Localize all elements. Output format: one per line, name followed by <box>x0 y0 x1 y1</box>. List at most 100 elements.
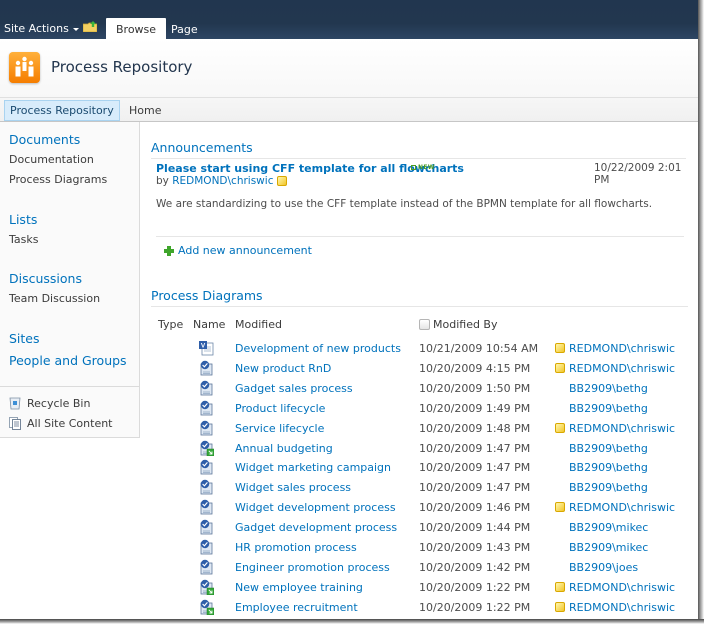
item-name-link[interactable]: Annual budgeting <box>235 442 333 455</box>
item-modified-by-link[interactable]: BB2909\bethg <box>569 382 648 395</box>
visio-process-icon[interactable] <box>198 459 214 475</box>
list-item[interactable]: Gadget development process 10/20/2009 1:4… <box>141 519 698 539</box>
ql-item-team-discussion[interactable]: Team Discussion <box>9 292 100 305</box>
list-item[interactable]: Widget marketing campaign 10/20/2009 1:47… <box>141 459 698 479</box>
navigate-up-folder-icon[interactable] <box>83 21 97 32</box>
process-diagrams-title[interactable]: Process Diagrams <box>151 288 263 303</box>
presence-icon[interactable] <box>555 343 565 353</box>
window-shadow-right <box>698 0 704 624</box>
select-all-checkbox[interactable] <box>419 318 430 330</box>
item-modified-by-link[interactable]: BB2909\bethg <box>569 442 648 455</box>
item-name-link[interactable]: HR promotion process <box>235 541 357 554</box>
item-modified: 10/20/2009 1:42 PM <box>419 560 531 574</box>
item-name-link[interactable]: Employee recruitment <box>235 601 358 614</box>
item-modified-by-link[interactable]: BB2909\bethg <box>569 461 648 474</box>
item-modified-by-link[interactable]: BB2909\joes <box>569 561 638 574</box>
list-item[interactable]: Widget development process 10/20/2009 1:4… <box>141 499 698 519</box>
site-actions-menu[interactable]: Site Actions <box>4 22 79 35</box>
presence-icon[interactable] <box>555 362 565 373</box>
column-header-name[interactable]: Name <box>193 318 225 331</box>
item-modified-by-link[interactable]: BB2909\bethg <box>569 402 648 415</box>
topnav-item-process-repository[interactable]: Process Repository <box>4 100 120 121</box>
announcements-divider <box>151 158 686 159</box>
item-modified-by-link[interactable]: REDMOND\chriswic <box>569 362 675 375</box>
ql-divider <box>0 386 139 387</box>
visio-drawing-icon[interactable]: V <box>198 340 214 356</box>
ql-heading-documents[interactable]: Documents <box>9 132 80 147</box>
item-name-link[interactable]: Gadget development process <box>235 521 397 534</box>
ql-heading-discussions[interactable]: Discussions <box>9 271 82 286</box>
item-modified-by-link[interactable]: REDMOND\chriswic <box>569 501 675 514</box>
item-modified-by-link[interactable]: BB2909\mikec <box>569 521 648 534</box>
presence-icon[interactable] <box>555 422 565 433</box>
item-name-link[interactable]: Widget development process <box>235 501 396 514</box>
list-item[interactable]: V Development of new products 10/21/2009 1… <box>141 340 698 360</box>
topnav-item-home[interactable]: Home <box>124 100 166 121</box>
item-name-link[interactable]: Engineer promotion process <box>235 561 390 574</box>
list-item[interactable]: Annual budgeting 10/20/2009 1:47 PM BB2909… <box>141 440 698 460</box>
list-item[interactable]: New product RnD 10/20/2009 4:15 PM REDMOND… <box>141 360 698 380</box>
item-modified: 10/20/2009 1:22 PM <box>419 600 531 614</box>
item-name-link[interactable]: Gadget sales process <box>235 382 353 395</box>
item-modified-by-link[interactable]: REDMOND\chriswic <box>569 601 675 614</box>
visio-process-icon[interactable] <box>198 559 214 575</box>
site-title[interactable]: Process Repository <box>51 58 192 76</box>
list-item[interactable]: Engineer promotion process 10/20/2009 1:4… <box>141 559 698 579</box>
presence-icon[interactable] <box>276 176 287 186</box>
list-item[interactable]: New employee training 10/20/2009 1:22 PM R… <box>141 579 698 599</box>
ql-heading-people-and-groups[interactable]: People and Groups <box>9 353 127 368</box>
visio-process-shortcut-icon[interactable] <box>198 440 215 456</box>
visio-process-icon[interactable] <box>198 420 214 436</box>
ql-heading-sites[interactable]: Sites <box>9 331 40 346</box>
site-logo-icon[interactable] <box>9 52 40 83</box>
column-header-modified-by[interactable]: Modified By <box>419 318 498 331</box>
item-modified-by-link[interactable]: REDMOND\chriswic <box>569 581 675 594</box>
item-modified-by-link[interactable]: BB2909\bethg <box>569 481 648 494</box>
list-item[interactable]: Gadget sales process 10/20/2009 1:50 PM BB… <box>141 380 698 400</box>
tab-page[interactable]: Page <box>161 18 208 39</box>
item-name-link[interactable]: New employee training <box>235 581 363 594</box>
announcement-author-link[interactable]: REDMOND\chriswic <box>172 175 273 187</box>
ql-item-process-diagrams[interactable]: Process Diagrams <box>9 173 107 186</box>
tab-browse[interactable]: Browse <box>106 18 167 39</box>
add-new-announcement-link[interactable]: Add new announcement <box>164 244 312 257</box>
item-modified: 10/20/2009 4:15 PM <box>419 361 531 375</box>
visio-process-shortcut-icon[interactable] <box>198 579 215 596</box>
visio-process-icon[interactable] <box>198 479 214 495</box>
item-name-link[interactable]: Product lifecycle <box>235 402 325 415</box>
item-name-link[interactable]: New product RnD <box>235 362 331 375</box>
visio-process-icon[interactable] <box>198 499 214 515</box>
ql-heading-lists[interactable]: Lists <box>9 212 37 227</box>
visio-process-shortcut-icon[interactable] <box>198 599 215 615</box>
column-header-modified[interactable]: Modified <box>235 318 282 331</box>
item-modified: 10/20/2009 1:43 PM <box>419 541 531 554</box>
item-modified-by-link[interactable]: BB2909\mikec <box>569 541 648 554</box>
visio-process-icon[interactable] <box>198 519 214 535</box>
item-modified-by-link[interactable]: REDMOND\chriswic <box>569 422 675 435</box>
announcements-title[interactable]: Announcements <box>151 140 253 155</box>
column-header-type[interactable]: Type <box>158 318 183 331</box>
ql-all-site-content[interactable]: All Site Content <box>9 417 113 430</box>
presence-icon[interactable] <box>555 502 565 513</box>
visio-process-icon[interactable] <box>198 360 214 376</box>
visio-process-icon[interactable] <box>198 400 214 416</box>
list-item[interactable]: Service lifecycle 10/20/2009 1:48 PM REDMO… <box>141 420 698 440</box>
presence-icon[interactable] <box>555 581 565 592</box>
item-name-link[interactable]: Development of new products <box>235 342 401 355</box>
visio-process-icon[interactable] <box>198 539 214 555</box>
list-item[interactable]: Product lifecycle 10/20/2009 1:49 PM BB290… <box>141 400 698 420</box>
presence-icon[interactable] <box>555 601 565 612</box>
list-item[interactable]: HR promotion process 10/20/2009 1:43 PM BB… <box>141 539 698 559</box>
list-item[interactable]: Employee recruitment 10/20/2009 1:22 PM RE… <box>141 599 698 619</box>
visio-process-icon[interactable] <box>198 380 214 396</box>
ql-item-tasks[interactable]: Tasks <box>9 233 38 246</box>
ql-recycle-bin[interactable]: Recycle Bin <box>9 397 90 410</box>
item-name-link[interactable]: Widget marketing campaign <box>235 461 391 474</box>
ql-item-documentation[interactable]: Documentation <box>9 153 94 166</box>
item-modified: 10/20/2009 1:44 PM <box>419 521 531 535</box>
list-item[interactable]: Widget sales process 10/20/2009 1:47 PM BB… <box>141 479 698 499</box>
item-name-link[interactable]: Widget sales process <box>235 481 351 494</box>
svg-text:V: V <box>201 343 206 350</box>
item-modified-by-link[interactable]: REDMOND\chriswic <box>569 342 675 355</box>
item-name-link[interactable]: Service lifecycle <box>235 422 324 435</box>
